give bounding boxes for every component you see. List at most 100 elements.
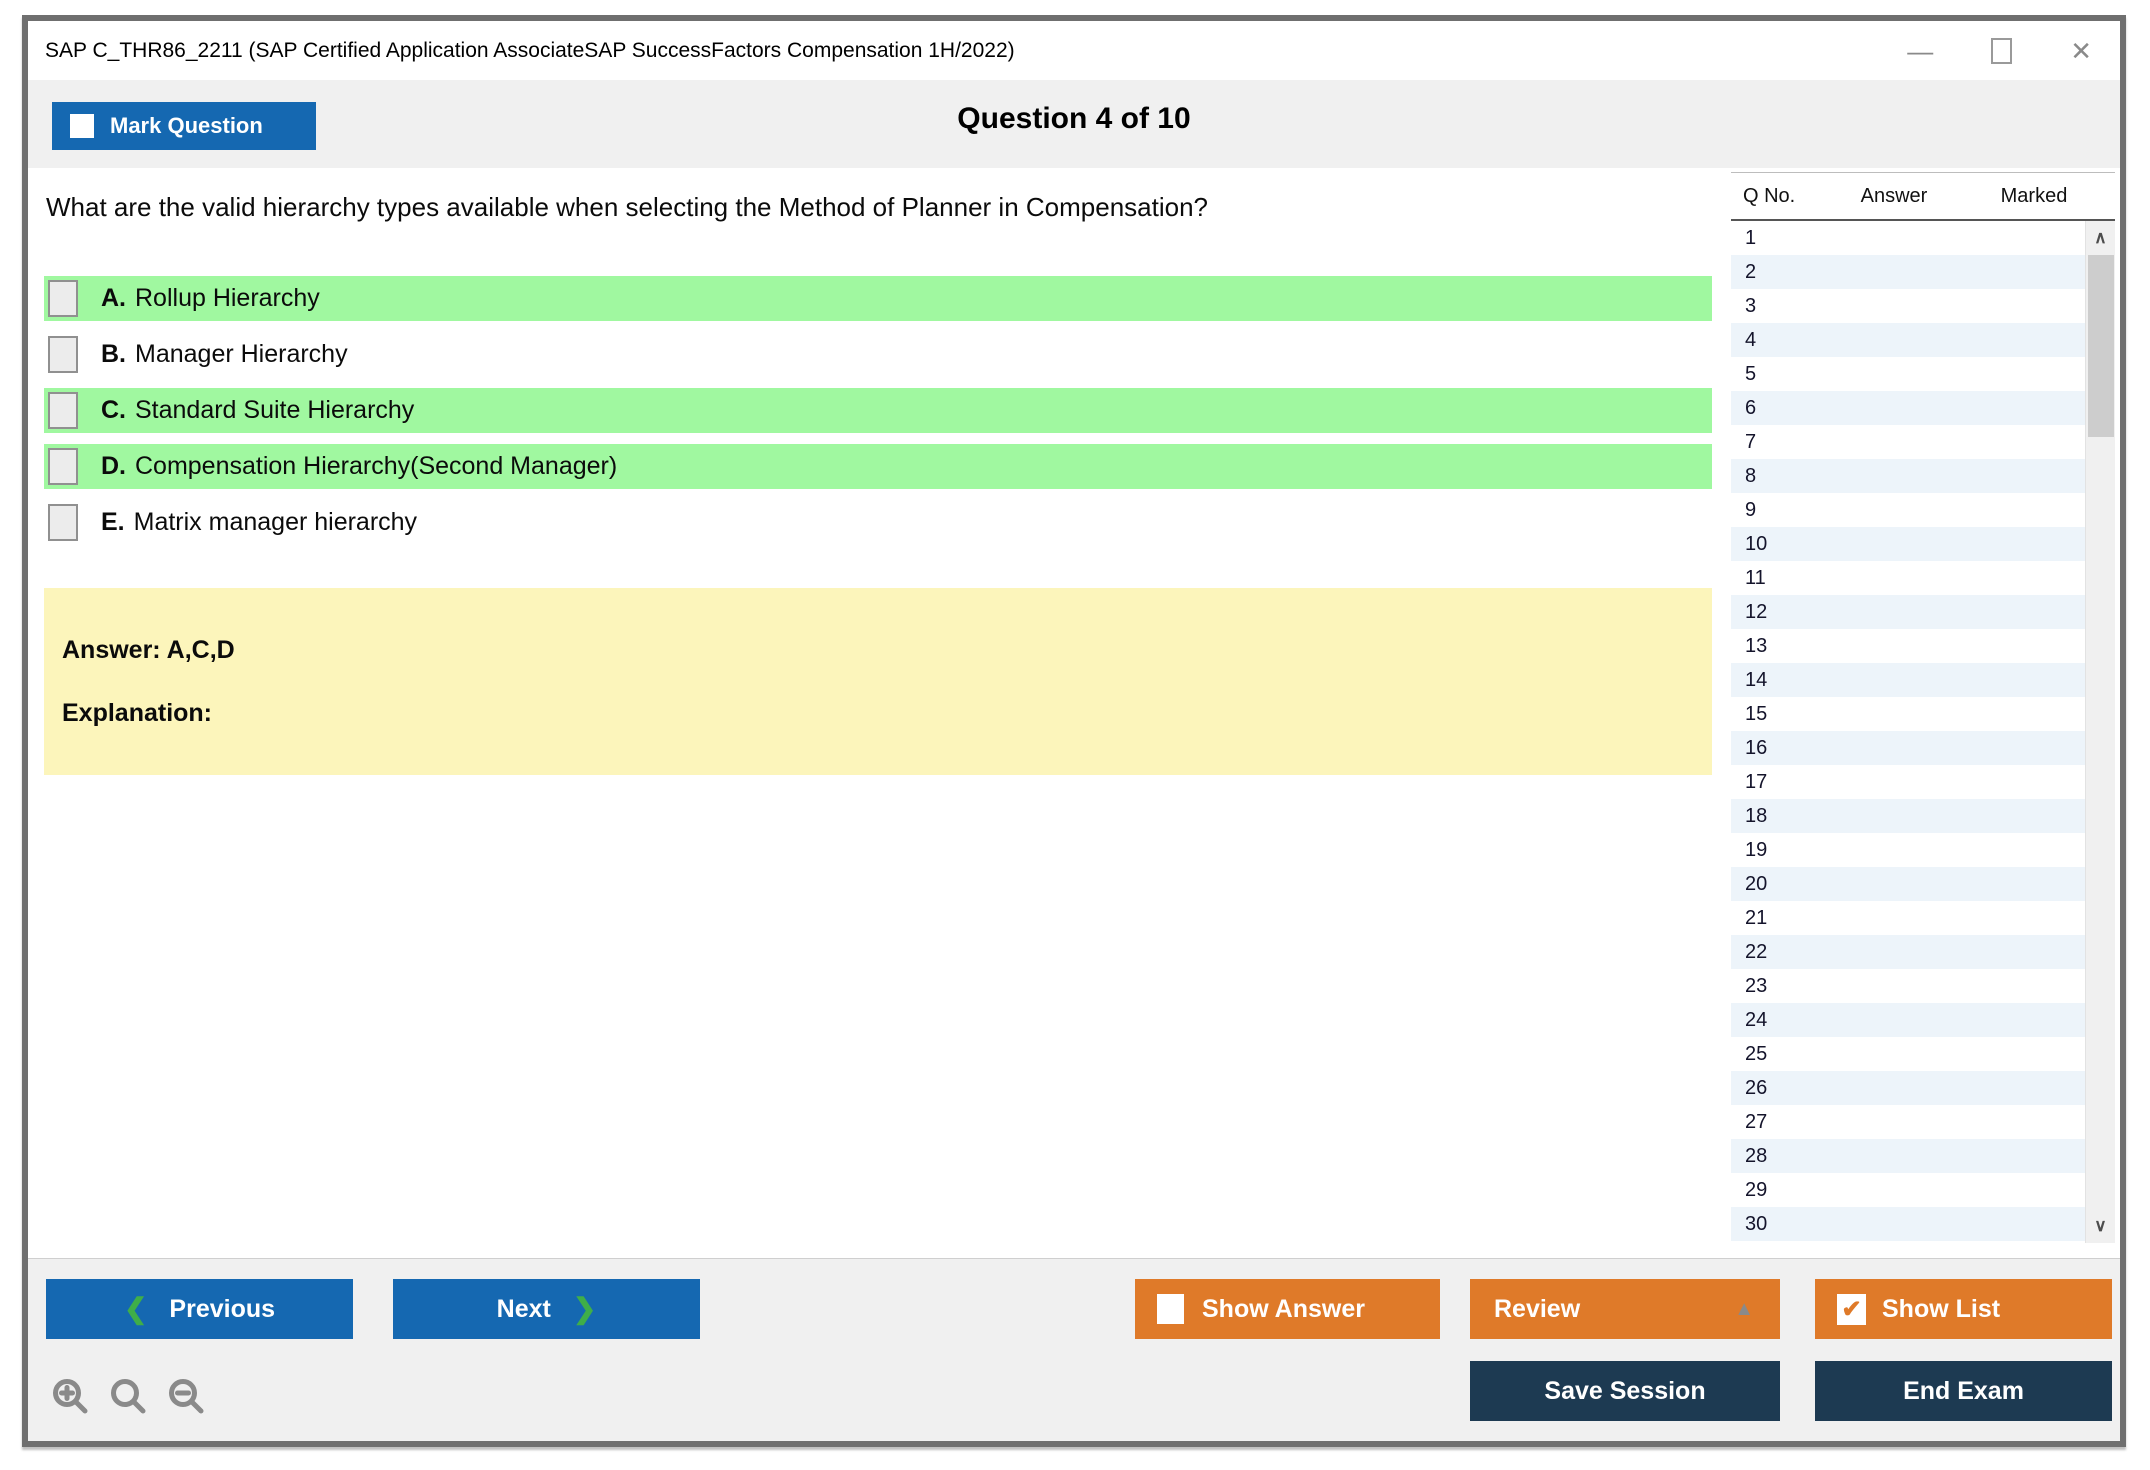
next-button[interactable]: Next ❯: [393, 1279, 700, 1339]
question-list-row-30[interactable]: 30: [1731, 1207, 2085, 1241]
previous-button[interactable]: ❮ Previous: [46, 1279, 353, 1339]
question-list-row-1[interactable]: 1: [1731, 221, 2085, 255]
zoom-out-icon[interactable]: [166, 1377, 208, 1419]
question-list-row-17[interactable]: 17: [1731, 765, 2085, 799]
save-session-button[interactable]: Save Session: [1470, 1361, 1780, 1421]
question-list-row-14[interactable]: 14: [1731, 663, 2085, 697]
question-list-body: 1 2 3 4 5 6 7 8 9 10 11 12 13 14 15 16 17 18 19 20 21 22 23 24 2…: [1731, 221, 2115, 1243]
scrollbar-thumb[interactable]: [2088, 255, 2114, 437]
answer-option-b[interactable]: B. Manager Hierarchy: [44, 332, 1712, 377]
title-bar: SAP C_THR86_2211 (SAP Certified Applicat…: [28, 21, 2120, 80]
answer-option-c[interactable]: C. Standard Suite Hierarchy: [44, 388, 1712, 433]
option-text: Manager Hierarchy: [135, 340, 348, 368]
question-list-row-22[interactable]: 22: [1731, 935, 2085, 969]
review-label: Review: [1494, 1294, 1581, 1323]
window-controls: — ✕: [1907, 21, 2092, 80]
content-area: What are the valid hierarchy types avail…: [28, 168, 2120, 1258]
save-session-label: Save Session: [1544, 1376, 1706, 1405]
option-checkbox[interactable]: [48, 504, 78, 541]
question-list-row-26[interactable]: 26: [1731, 1071, 2085, 1105]
question-list-row-21[interactable]: 21: [1731, 901, 2085, 935]
question-text: What are the valid hierarchy types avail…: [46, 192, 1209, 222]
question-list-row-3[interactable]: 3: [1731, 289, 2085, 323]
header-strip: Mark Question Question 4 of 10: [28, 80, 2120, 168]
option-checkbox[interactable]: [48, 392, 78, 429]
option-letter: D.: [101, 452, 126, 480]
answer-option-e[interactable]: E. Matrix manager hierarchy: [44, 500, 1712, 545]
question-list-row-6[interactable]: 6: [1731, 391, 2085, 425]
answer-text: Answer: A,C,D: [62, 636, 235, 664]
option-checkbox[interactable]: [48, 336, 78, 373]
close-button[interactable]: ✕: [2070, 38, 2092, 64]
answer-option-a[interactable]: A. Rollup Hierarchy: [44, 276, 1712, 321]
question-list-row-4[interactable]: 4: [1731, 323, 2085, 357]
question-list-row-2[interactable]: 2: [1731, 255, 2085, 289]
footer-bar: ❮ Previous Next ❯ Show Answer Review ▲ ✔…: [28, 1258, 2120, 1441]
show-list-label: Show List: [1882, 1294, 2001, 1323]
column-header-marked: Marked: [2000, 184, 2068, 207]
question-list-panel: Q No. Answer Marked 1 2 3 4 5 6 7 8 9 10 11 12 13 14 1…: [1731, 172, 2115, 1252]
scroll-up-icon[interactable]: ∧: [2086, 223, 2115, 253]
show-list-checkbox[interactable]: ✔: [1837, 1293, 1866, 1325]
question-list-row-5[interactable]: 5: [1731, 357, 2085, 391]
end-exam-button[interactable]: End Exam: [1815, 1361, 2112, 1421]
zoom-toolbar: [50, 1377, 208, 1419]
question-list-row-8[interactable]: 8: [1731, 459, 2085, 493]
scrollbar[interactable]: ∧ ∨: [2085, 221, 2115, 1243]
question-list-row-25[interactable]: 25: [1731, 1037, 2085, 1071]
question-list-row-28[interactable]: 28: [1731, 1139, 2085, 1173]
next-label: Next: [496, 1294, 551, 1323]
question-list-header: Q No. Answer Marked: [1731, 173, 2115, 221]
zoom-in-icon[interactable]: [50, 1377, 92, 1419]
window-title: SAP C_THR86_2211 (SAP Certified Applicat…: [45, 38, 1015, 62]
maximize-button[interactable]: [1991, 37, 2013, 64]
question-list-row-18[interactable]: 18: [1731, 799, 2085, 833]
question-list-row-15[interactable]: 15: [1731, 697, 2085, 731]
question-list-row-23[interactable]: 23: [1731, 969, 2085, 1003]
end-exam-label: End Exam: [1903, 1376, 2024, 1405]
option-checkbox[interactable]: [48, 280, 78, 317]
caret-up-icon: ▲: [1734, 1297, 1754, 1320]
exam-app-window: SAP C_THR86_2211 (SAP Certified Applicat…: [22, 15, 2126, 1447]
question-counter: Question 4 of 10: [957, 102, 1191, 135]
question-list-row-19[interactable]: 19: [1731, 833, 2085, 867]
previous-label: Previous: [169, 1294, 276, 1323]
question-list-row-10[interactable]: 10: [1731, 527, 2085, 561]
option-letter: A.: [101, 284, 126, 312]
answer-explanation-box: Answer: A,C,D Explanation:: [44, 588, 1712, 775]
option-checkbox[interactable]: [48, 448, 78, 485]
question-rows: 1 2 3 4 5 6 7 8 9 10 11 12 13 14 15 16 17 18 19 20 21 22 23 24 2…: [1731, 221, 2085, 1243]
answer-options-list: A. Rollup Hierarchy B. Manager Hierarchy C. S…: [44, 276, 1712, 556]
minimize-button[interactable]: —: [1907, 38, 1933, 64]
question-list-row-16[interactable]: 16: [1731, 731, 2085, 765]
question-list-row-20[interactable]: 20: [1731, 867, 2085, 901]
option-text: Rollup Hierarchy: [135, 284, 320, 312]
option-text: Compensation Hierarchy(Second Manager): [135, 452, 618, 480]
show-answer-checkbox[interactable]: [1157, 1294, 1184, 1324]
question-list-row-11[interactable]: 11: [1731, 561, 2085, 595]
review-button[interactable]: Review ▲: [1470, 1279, 1780, 1339]
chevron-left-icon: ❮: [123, 1293, 148, 1324]
option-letter: B.: [101, 340, 126, 368]
chevron-right-icon: ❯: [572, 1293, 597, 1324]
question-list-row-29[interactable]: 29: [1731, 1173, 2085, 1207]
option-text: Standard Suite Hierarchy: [135, 396, 415, 424]
question-list-row-27[interactable]: 27: [1731, 1105, 2085, 1139]
question-list-row-24[interactable]: 24: [1731, 1003, 2085, 1037]
show-answer-label: Show Answer: [1202, 1294, 1365, 1323]
show-list-button[interactable]: ✔ Show List: [1815, 1279, 2112, 1339]
question-list-row-9[interactable]: 9: [1731, 493, 2085, 527]
scroll-down-icon[interactable]: ∨: [2086, 1211, 2115, 1241]
answer-option-d[interactable]: D. Compensation Hierarchy(Second Manager): [44, 444, 1712, 489]
question-panel: What are the valid hierarchy types avail…: [44, 168, 1712, 1258]
magnifier-icon[interactable]: [108, 1377, 150, 1419]
question-list-row-7[interactable]: 7: [1731, 425, 2085, 459]
column-header-answer: Answer: [1860, 184, 1928, 207]
column-header-qno: Q No.: [1743, 184, 1796, 207]
explanation-label: Explanation:: [62, 699, 213, 727]
question-list-row-13[interactable]: 13: [1731, 629, 2085, 663]
option-letter: E.: [101, 508, 125, 536]
question-list-row-12[interactable]: 12: [1731, 595, 2085, 629]
show-answer-button[interactable]: Show Answer: [1135, 1279, 1440, 1339]
option-text: Matrix manager hierarchy: [133, 508, 418, 536]
